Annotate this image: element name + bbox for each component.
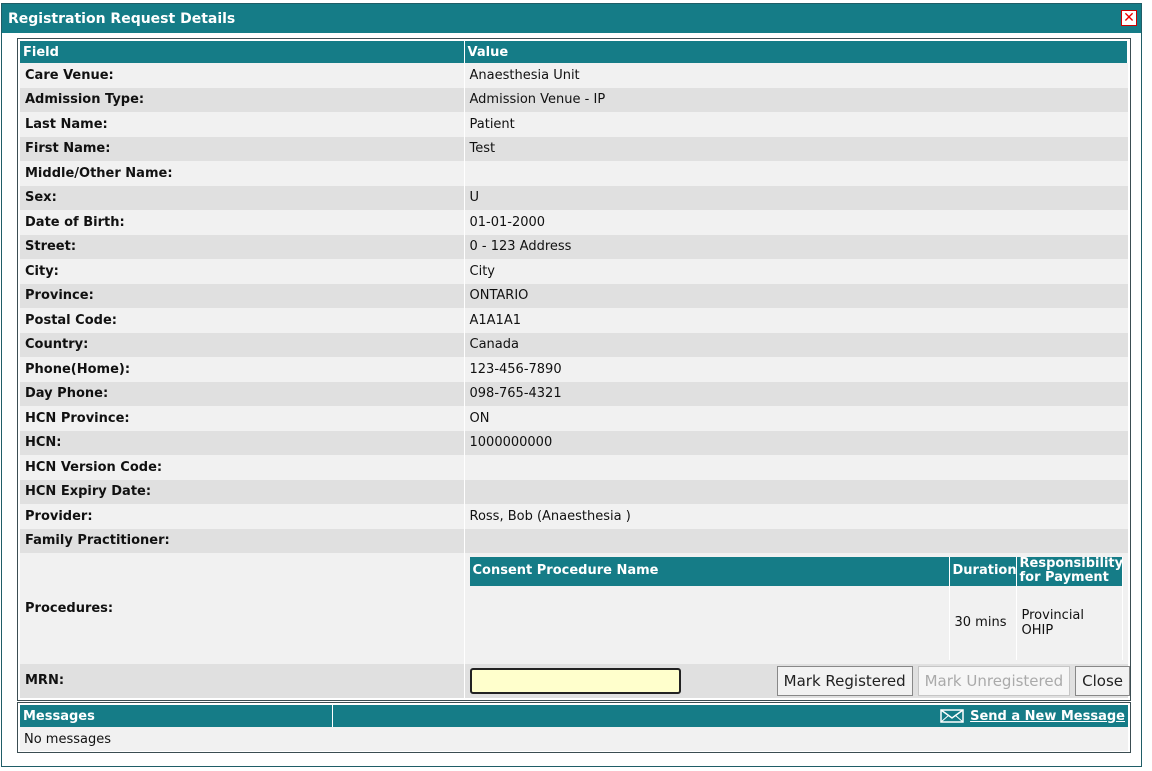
field-value: A1A1A1 — [463, 308, 1128, 333]
table-row: Day Phone: 098-765-4321 — [20, 381, 1128, 406]
table-row: Country: Canada — [20, 332, 1128, 357]
table-row: Admission Type: Admission Venue - IP — [20, 87, 1128, 112]
table-row: Postal Code: A1A1A1 — [20, 308, 1128, 333]
procedures-table: Consent Procedure Name Duration Responsibi… — [469, 556, 1123, 660]
field-label: HCN Province: — [20, 406, 464, 431]
field-value: Patient — [463, 112, 1128, 137]
table-row: Street: 0 - 123 Address — [20, 234, 1128, 259]
field-label: City: — [20, 259, 464, 284]
field-value: ONTARIO — [463, 283, 1128, 308]
close-button[interactable]: Close — [1075, 666, 1130, 696]
field-value — [463, 455, 1128, 480]
registration-dialog: Registration Request Details ✕ Field Val… — [1, 3, 1142, 767]
field-value: ON — [463, 406, 1128, 431]
field-label: Care Venue: — [20, 63, 464, 88]
table-row: First Name: Test — [20, 136, 1128, 161]
mrn-input[interactable] — [469, 667, 681, 694]
field-label: Day Phone: — [20, 381, 464, 406]
field-value: City — [463, 259, 1128, 284]
table-row: Date of Birth: 01-01-2000 — [20, 210, 1128, 235]
mark-registered-button[interactable]: Mark Registered — [776, 666, 913, 696]
messages-body: No messages — [20, 727, 1128, 751]
details-panel: Field Value Care Venue: Anaesthesia Unit A… — [17, 38, 1131, 701]
table-row: Sex: U — [20, 185, 1128, 210]
value-header: Value — [464, 41, 1128, 63]
table-row: Care Venue: Anaesthesia Unit — [20, 63, 1128, 88]
field-value: Canada — [463, 332, 1128, 357]
dialog-titlebar: Registration Request Details ✕ — [2, 4, 1141, 33]
field-label: HCN Version Code: — [20, 455, 464, 480]
procedures-row: Procedures: Consent Procedure Name Duratio… — [20, 553, 1128, 664]
field-value — [463, 479, 1128, 504]
field-value: U — [463, 185, 1128, 210]
envelope-icon[interactable] — [940, 709, 964, 723]
messages-header: Messages Send a New Message — [20, 705, 1128, 727]
messages-actions: Send a New Message — [333, 705, 1128, 727]
field-value: Anaesthesia Unit — [463, 63, 1128, 88]
procedures-cell: Consent Procedure Name Duration Responsibi… — [463, 553, 1128, 664]
details-table: Field Value Care Venue: Anaesthesia Unit A… — [20, 41, 1128, 698]
field-label: HCN Expiry Date: — [20, 479, 464, 504]
field-label: Phone(Home): — [20, 357, 464, 382]
duration-header: Duration — [949, 557, 1017, 586]
responsibility-header: Responsibility for Payment — [1016, 556, 1123, 586]
table-row: Phone(Home): 123-456-7890 — [20, 357, 1128, 382]
field-label: HCN: — [20, 430, 464, 455]
field-label: First Name: — [20, 136, 464, 161]
field-value — [463, 528, 1128, 553]
field-value: Test — [463, 136, 1128, 161]
table-row: HCN Province: ON — [20, 406, 1128, 431]
field-value: 098-765-4321 — [463, 381, 1128, 406]
mrn-label: MRN: — [20, 663, 464, 698]
field-label: Province: — [20, 283, 464, 308]
table-row: Province: ONTARIO — [20, 283, 1128, 308]
field-label: Sex: — [20, 185, 464, 210]
field-label: Date of Birth: — [20, 210, 464, 235]
field-label: Provider: — [20, 504, 464, 529]
table-row: Last Name: Patient — [20, 112, 1128, 137]
field-label: Street: — [20, 234, 464, 259]
field-value — [463, 161, 1128, 186]
table-row: HCN: 1000000000 — [20, 430, 1128, 455]
field-label: Admission Type: — [20, 87, 464, 112]
details-rows: Care Venue: Anaesthesia Unit Admission Typ… — [20, 63, 1128, 698]
dialog-title: Registration Request Details — [8, 10, 236, 27]
table-row: HCN Expiry Date: — [20, 479, 1128, 504]
table-row: Middle/Other Name: — [20, 161, 1128, 186]
table-row: HCN Version Code: — [20, 455, 1128, 480]
field-label: Country: — [20, 332, 464, 357]
field-value: Ross, Bob (Anaesthesia ) — [463, 504, 1128, 529]
field-label: Middle/Other Name: — [20, 161, 464, 186]
messages-title: Messages — [20, 705, 333, 727]
field-label: Family Practitioner: — [20, 528, 464, 553]
procedure-duration: 30 mins — [949, 585, 1017, 660]
field-label: Postal Code: — [20, 308, 464, 333]
table-row: City: City — [20, 259, 1128, 284]
table-row: Provider: Ross, Bob (Anaesthesia ) — [20, 504, 1128, 529]
procedure-name — [469, 585, 950, 660]
field-header: Field — [20, 41, 465, 63]
field-value: 123-456-7890 — [463, 357, 1128, 382]
procedure-responsibility: Provincial OHIP — [1016, 585, 1123, 660]
messages-panel: Messages Send a New Message No messages — [17, 702, 1131, 753]
field-label: Last Name: — [20, 112, 464, 137]
table-row: Family Practitioner: — [20, 528, 1128, 553]
field-value: 1000000000 — [463, 430, 1128, 455]
action-buttons: Mark Registered Mark Unregistered Close — [776, 666, 1130, 696]
field-value: 0 - 123 Address — [463, 234, 1128, 259]
close-icon[interactable]: ✕ — [1121, 10, 1137, 26]
field-value: Admission Venue - IP — [463, 87, 1128, 112]
procedure-row: 30 mins Provincial OHIP — [469, 585, 1123, 660]
field-value: 01-01-2000 — [463, 210, 1128, 235]
mark-unregistered-button[interactable]: Mark Unregistered — [917, 666, 1071, 696]
procedures-label: Procedures: — [20, 553, 464, 664]
procedure-name-header: Consent Procedure Name — [469, 557, 950, 586]
send-new-message-link[interactable]: Send a New Message — [970, 709, 1125, 724]
